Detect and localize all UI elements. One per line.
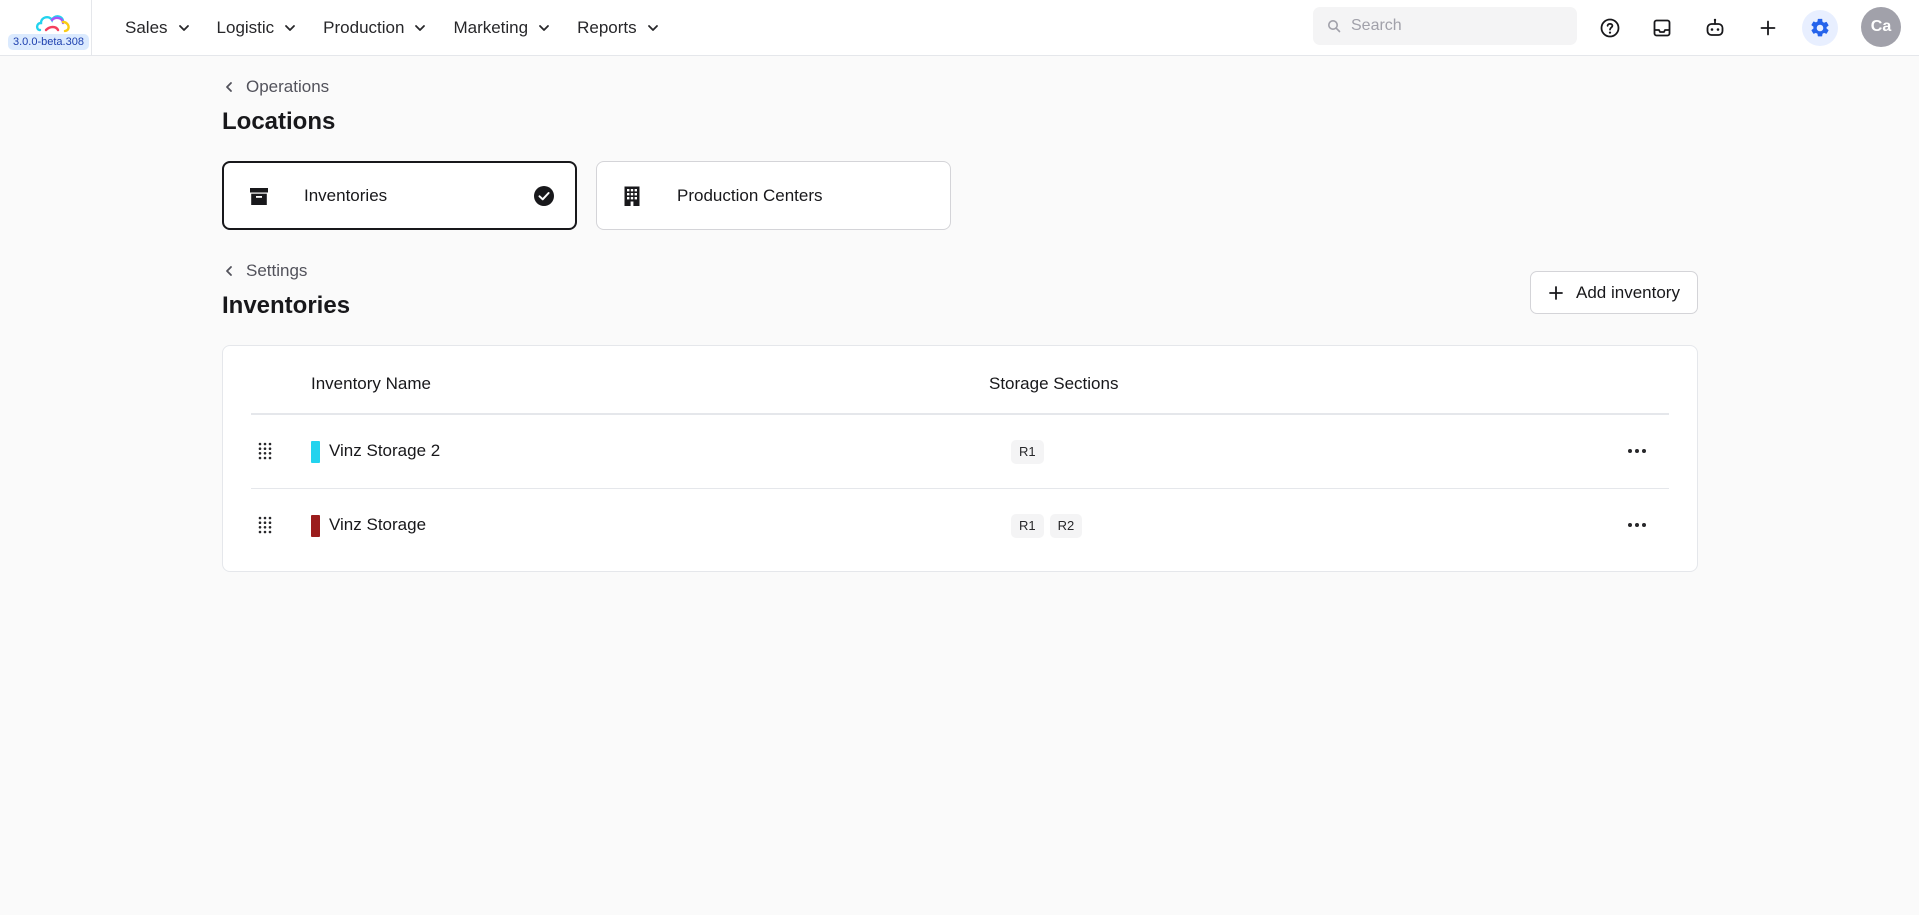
page-title: Locations xyxy=(222,108,336,135)
chevron-down-icon xyxy=(647,25,658,31)
version-badge: 3.0.0-beta.308 xyxy=(8,34,89,50)
section-tag: R1 xyxy=(1011,440,1044,464)
add-inventory-label: Add inventory xyxy=(1576,282,1680,302)
chevron-down-icon xyxy=(178,25,189,31)
chevron-left-icon xyxy=(226,266,232,276)
add-inventory-button[interactable]: Add inventory xyxy=(1530,271,1698,314)
location-card-production-centers[interactable]: Production Centers xyxy=(596,161,951,230)
logo-area[interactable]: 3.0.0-beta.308 xyxy=(0,0,92,56)
settings-gear-icon xyxy=(1811,18,1829,37)
section-tag: R2 xyxy=(1049,514,1083,538)
check-circle-icon xyxy=(534,186,554,206)
search-input[interactable] xyxy=(1351,17,1571,35)
breadcrumb-settings[interactable]: Settings xyxy=(222,261,307,281)
nav-item-label: Reports xyxy=(577,18,637,37)
nav-item-label: Sales xyxy=(125,18,168,37)
more-options-icon[interactable] xyxy=(1625,439,1649,463)
nav-item-production[interactable]: Production xyxy=(310,10,440,46)
inventories-table: Inventory Name Storage Sections Vinz Sto… xyxy=(222,345,1698,572)
main-nav: Sales Logistic Production Marketing Repo… xyxy=(112,0,673,56)
user-avatar[interactable]: Ca xyxy=(1861,7,1901,47)
breadcrumb-operations[interactable]: Operations xyxy=(222,77,329,97)
section-tag: R1 xyxy=(1011,514,1044,538)
drag-handle-icon[interactable] xyxy=(257,441,273,461)
building-icon xyxy=(624,186,640,206)
drag-handle-icon[interactable] xyxy=(257,515,273,535)
chevron-left-icon xyxy=(226,82,232,92)
nav-item-label: Logistic xyxy=(216,18,275,37)
create-button[interactable] xyxy=(1750,10,1786,46)
nav-item-marketing[interactable]: Marketing xyxy=(440,10,564,46)
inbox-icon xyxy=(1653,19,1671,37)
chevron-down-icon xyxy=(285,25,296,31)
table-row[interactable]: Vinz Storage R1 R2 xyxy=(251,489,1669,563)
help-icon xyxy=(1600,18,1620,38)
chevron-down-icon xyxy=(539,25,549,31)
assistant-bot-icon xyxy=(1706,18,1724,36)
nav-item-logistic[interactable]: Logistic xyxy=(204,10,311,46)
storage-sections: R1 xyxy=(1011,440,1044,464)
search-box[interactable] xyxy=(1313,7,1577,45)
column-header-name: Inventory Name xyxy=(311,374,431,393)
plus-icon xyxy=(1760,20,1776,36)
help-button[interactable] xyxy=(1592,10,1628,46)
storage-sections: R1 R2 xyxy=(1011,514,1083,538)
card-label: Production Centers xyxy=(677,185,823,205)
breadcrumb-label: Settings xyxy=(246,261,308,280)
breadcrumb-label: Operations xyxy=(246,77,330,96)
top-navigation-bar: 3.0.0-beta.308 Sales Logistic Production… xyxy=(0,0,1919,56)
column-header-sections: Storage Sections xyxy=(989,374,1119,393)
color-swatch xyxy=(311,441,320,463)
cloud-logo-icon xyxy=(35,15,70,33)
location-card-inventories[interactable]: Inventories xyxy=(222,161,577,230)
avatar-initials: Ca xyxy=(1870,18,1892,35)
settings-button[interactable] xyxy=(1802,10,1838,46)
plus-icon xyxy=(1549,285,1563,300)
inventory-name: Vinz Storage xyxy=(329,515,427,534)
card-label: Inventories xyxy=(304,185,388,205)
nav-item-label: Production xyxy=(323,18,405,37)
archive-box-icon xyxy=(250,187,268,205)
inventory-name: Vinz Storage 2 xyxy=(329,441,441,460)
chevron-down-icon xyxy=(415,25,426,31)
nav-item-label: Marketing xyxy=(453,18,529,37)
assistant-button[interactable] xyxy=(1697,10,1733,46)
nav-item-reports[interactable]: Reports xyxy=(564,10,673,46)
table-row[interactable]: Vinz Storage 2 R1 xyxy=(251,415,1669,489)
nav-item-sales[interactable]: Sales xyxy=(112,10,204,46)
more-options-icon[interactable] xyxy=(1625,513,1649,537)
color-swatch xyxy=(311,515,320,537)
inbox-button[interactable] xyxy=(1644,10,1680,46)
search-icon xyxy=(1328,20,1341,33)
section-title: Inventories xyxy=(222,292,351,319)
